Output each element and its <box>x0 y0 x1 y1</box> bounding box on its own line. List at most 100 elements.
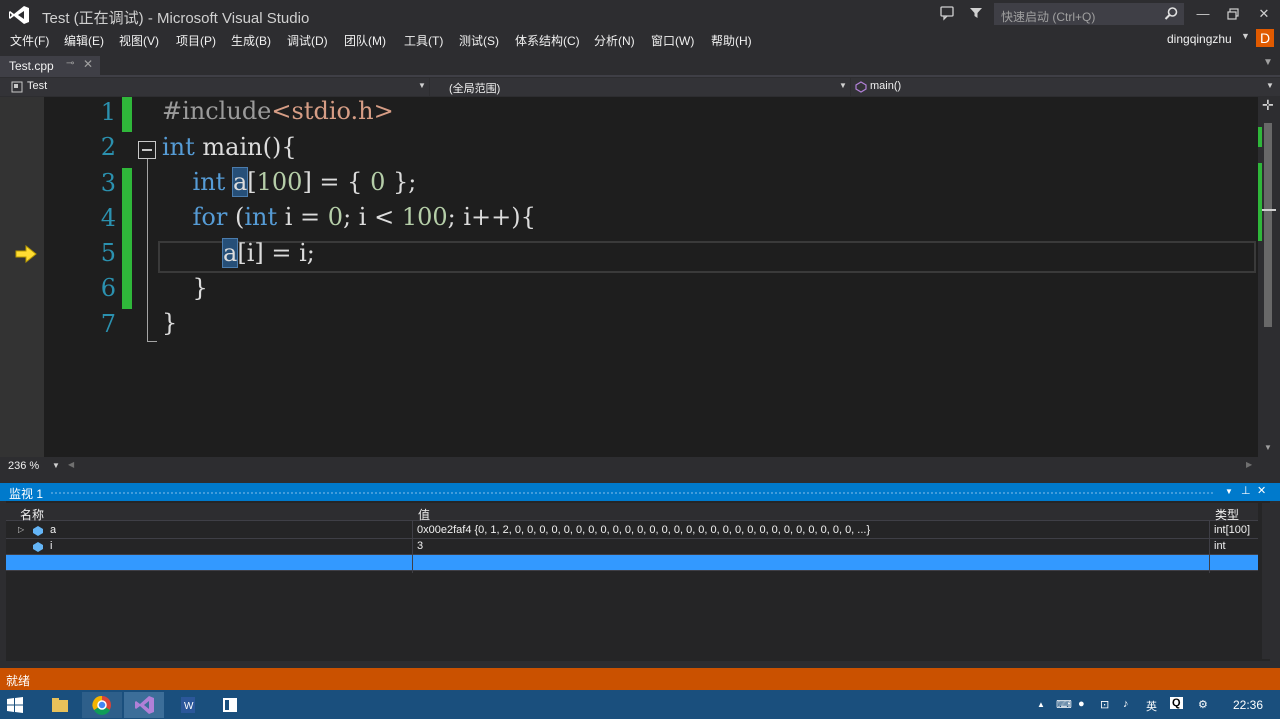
chevron-down-icon: ▼ <box>839 81 847 90</box>
code-line-2[interactable]: int main(){ <box>162 133 297 161</box>
scope-dropdown[interactable]: (全局范围) ▼ <box>431 78 851 96</box>
menu-build[interactable]: 生成(B) <box>231 32 271 49</box>
volume-icon[interactable]: ♪ <box>1123 698 1129 710</box>
column-divider[interactable] <box>412 521 413 573</box>
user-name[interactable]: dingqingzhu <box>1167 32 1232 46</box>
column-header-type[interactable]: 类型 <box>1215 506 1239 523</box>
visual-studio-logo-icon <box>9 6 29 24</box>
settings-icon[interactable]: ⚙ <box>1198 698 1208 711</box>
menu-view[interactable]: 视图(V) <box>119 32 159 49</box>
visual-studio-icon <box>135 696 154 714</box>
watch-name[interactable]: i <box>50 540 52 552</box>
tab-test-cpp[interactable]: Test.cpp ⊸ ✕ <box>0 56 100 75</box>
window-position-dropdown-icon[interactable]: ▼ <box>1225 487 1233 496</box>
close-tab-icon[interactable]: ✕ <box>83 57 93 71</box>
taskbar-chrome[interactable] <box>82 692 122 718</box>
menu-edit[interactable]: 编辑(E) <box>64 32 104 49</box>
change-tracking-bar <box>122 168 132 309</box>
menu-help[interactable]: 帮助(H) <box>711 32 752 49</box>
column-divider[interactable] <box>1209 521 1210 573</box>
close-window-button[interactable]: ✕ <box>1249 4 1279 24</box>
keyboard-icon[interactable]: ⌨ <box>1056 698 1072 711</box>
watch-name[interactable]: a <box>50 524 56 536</box>
minimize-button[interactable]: — <box>1188 4 1218 24</box>
watch-grid[interactable]: 名称 值 类型 ▷ a 0x00e2faf4 {0, 1, 2, 0, 0, 0… <box>6 501 1270 661</box>
taskbar-app[interactable] <box>210 692 250 718</box>
collapse-outline-icon[interactable] <box>138 141 156 159</box>
close-panel-icon[interactable]: ✕ <box>1257 484 1266 497</box>
outline-guide-end <box>147 341 157 342</box>
menu-architecture[interactable]: 体系结构(C) <box>515 32 580 49</box>
pin-icon[interactable]: ⊸ <box>66 58 74 69</box>
quick-launch-input[interactable]: 快速启动 (Ctrl+Q) <box>994 3 1184 25</box>
watch-type: int <box>1214 540 1226 552</box>
menu-file[interactable]: 文件(F) <box>10 32 49 49</box>
zoom-dropdown-icon[interactable]: ▼ <box>52 461 60 470</box>
menu-window[interactable]: 窗口(W) <box>651 32 694 49</box>
project-dropdown[interactable]: Test ▼ <box>0 78 430 96</box>
ime-indicator[interactable]: 英 <box>1146 698 1157 714</box>
column-header-name[interactable]: 名称 <box>20 506 44 523</box>
zoom-level[interactable]: 236 % <box>8 460 39 472</box>
chevron-down-icon: ▼ <box>418 81 426 90</box>
taskbar-word[interactable]: W <box>168 692 208 718</box>
scroll-down-icon[interactable]: ▼ <box>1264 443 1272 452</box>
tab-label: Test.cpp <box>9 59 54 73</box>
pin-icon[interactable]: ⊥ <box>1241 484 1251 497</box>
filter-icon[interactable] <box>967 5 985 23</box>
qq-icon[interactable]: ● <box>1078 698 1085 710</box>
feedback-icon[interactable] <box>938 5 956 23</box>
svg-text:W: W <box>184 701 194 712</box>
member-dropdown[interactable]: main() ▼ <box>852 78 1280 96</box>
taskbar-explorer[interactable] <box>40 692 80 718</box>
menu-team[interactable]: 团队(M) <box>344 32 386 49</box>
code-line-3[interactable]: int a[100] = { 0 }; <box>162 167 416 197</box>
user-dropdown-icon[interactable]: ▼ <box>1241 31 1250 41</box>
tab-list-dropdown-icon[interactable]: ▼ <box>1263 57 1273 68</box>
scroll-right-icon[interactable]: ▶ <box>1246 460 1252 469</box>
windows-start-icon[interactable] <box>6 696 24 714</box>
code-line-4[interactable]: for (int i = 0; i < 100; i++){ <box>162 203 536 231</box>
quick-search-icon[interactable]: Q <box>1170 697 1183 709</box>
folder-icon <box>52 698 68 712</box>
watch-vertical-scrollbar[interactable] <box>1262 503 1270 659</box>
show-hidden-icons[interactable]: ▲ <box>1037 700 1045 709</box>
watch-row-i[interactable]: i 3 int <box>6 539 1258 555</box>
watch-value[interactable]: 0x00e2faf4 {0, 1, 2, 0, 0, 0, 0, 0, 0, 0… <box>417 524 1207 536</box>
taskbar-visual-studio[interactable] <box>124 692 164 718</box>
project-icon <box>11 81 23 93</box>
scroll-left-icon[interactable]: ◀ <box>68 460 74 469</box>
menu-tools[interactable]: 工具(T) <box>404 32 443 49</box>
change-marker <box>1258 127 1262 147</box>
clock[interactable]: 22:36 <box>1233 698 1263 712</box>
title-bar: Test (正在调试) - Microsoft Visual Studio 快速… <box>0 0 1280 30</box>
split-view-icon[interactable]: ✛ <box>1262 97 1274 114</box>
menu-analyze[interactable]: 分析(N) <box>594 32 635 49</box>
code-editor[interactable]: 1 2 3 4 5 6 7 #include<stdio.h> int main… <box>0 97 1258 457</box>
restore-button[interactable] <box>1218 4 1248 24</box>
watch-panel-title-bar[interactable]: 监视 1 ▼ ⊥ ✕ <box>0 483 1280 501</box>
menu-test[interactable]: 测试(S) <box>459 32 499 49</box>
zoom-bar: 236 % ▼ ◀ ▶ <box>0 458 1280 474</box>
caret-position-marker <box>1262 209 1276 211</box>
code-line-1[interactable]: #include<stdio.h> <box>162 97 394 125</box>
line-number: 1 <box>100 98 116 126</box>
quick-launch-placeholder: 快速启动 (Ctrl+Q) <box>1001 10 1096 24</box>
scrollbar-thumb[interactable] <box>1264 123 1272 327</box>
column-header-value[interactable]: 值 <box>418 506 430 523</box>
expand-icon[interactable]: ▷ <box>18 525 24 534</box>
code-line-6[interactable]: } <box>162 274 208 302</box>
code-line-7[interactable]: } <box>162 309 177 337</box>
status-text: 就绪 <box>6 674 31 688</box>
code-line-5[interactable]: a[i] = i; <box>162 238 315 268</box>
window-app-icon <box>223 698 237 712</box>
watch-row-a[interactable]: ▷ a 0x00e2faf4 {0, 1, 2, 0, 0, 0, 0, 0, … <box>6 523 1258 539</box>
editor-vertical-scrollbar[interactable]: ✛ ▼ <box>1258 97 1280 457</box>
user-avatar[interactable]: D <box>1256 29 1274 47</box>
network-icon[interactable]: ⊡ <box>1100 698 1109 711</box>
indicator-margin[interactable] <box>0 97 44 457</box>
menu-debug[interactable]: 调试(D) <box>287 32 328 49</box>
menu-project[interactable]: 项目(P) <box>176 32 216 49</box>
watch-row-new[interactable] <box>6 555 1258 571</box>
watch-value[interactable]: 3 <box>417 540 423 552</box>
